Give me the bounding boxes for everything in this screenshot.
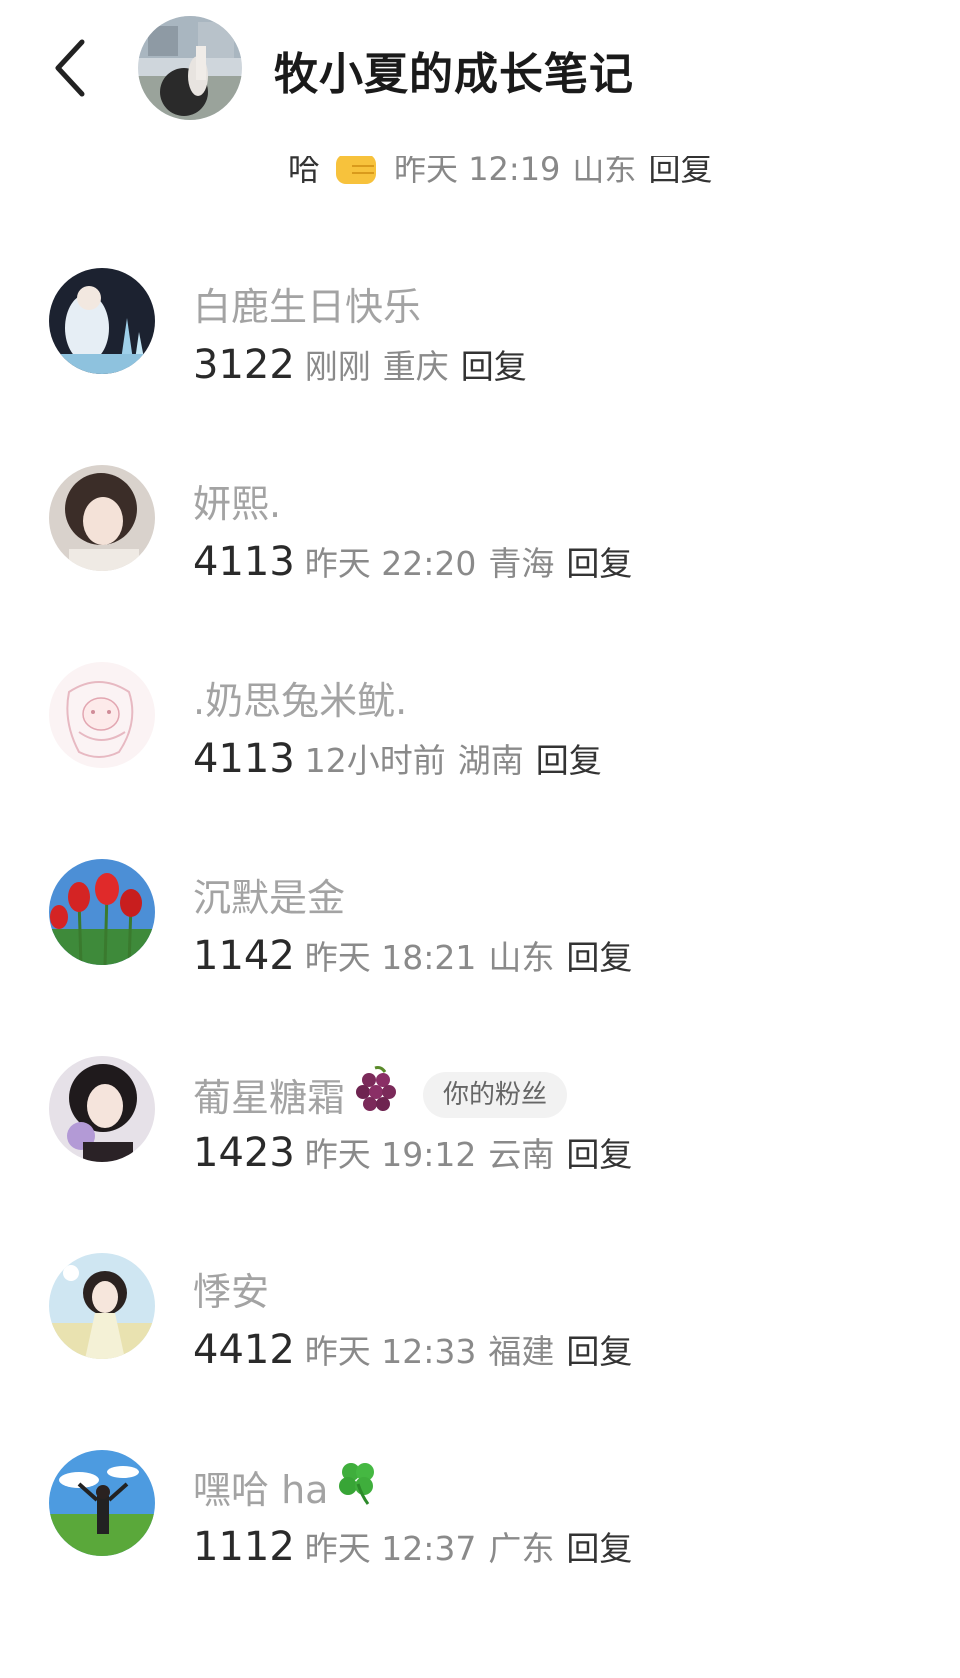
page-title: 牧小夏的成长笔记	[274, 49, 634, 100]
comment-number: 4113	[193, 539, 295, 585]
comment-region: 云南	[488, 1135, 555, 1174]
comment-time: 昨天 19:12	[304, 1135, 477, 1174]
comment-row: .奶思兔米鱿. 4113 12小时前 湖南 回复	[0, 656, 960, 853]
commenter-name[interactable]: 葡星糖霜 你的粉丝	[193, 1064, 568, 1125]
commenter-name[interactable]: .奶思兔米鱿.	[193, 670, 407, 725]
comment-meta: 1142 昨天 18:21 山东 回复	[193, 931, 632, 979]
comment-row: 嘿哈 ha 1112 昨天 12:37 广东 回复	[0, 1444, 960, 1641]
avatar[interactable]	[49, 465, 155, 571]
comment-time: 昨天 18:21	[304, 938, 477, 977]
commenter-name-text: 妍熙.	[193, 482, 282, 526]
commenter-name-text: 嘿哈 ha	[193, 1468, 329, 1512]
comment-number: 4412	[193, 1327, 295, 1373]
comment-row: 悸安 4412 昨天 12:33 福建 回复	[0, 1247, 960, 1444]
comment-region: 重庆	[382, 347, 449, 386]
comment-region: 山东	[488, 938, 555, 977]
reply-button[interactable]: 回复	[536, 734, 602, 782]
commenter-name-text: 葡星糖霜	[193, 1076, 346, 1120]
avatar[interactable]	[49, 859, 155, 965]
comment-row: 沉默是金 1142 昨天 18:21 山东 回复	[0, 853, 960, 1050]
reply-button[interactable]: 回复	[566, 1325, 632, 1373]
commenter-name[interactable]: 沉默是金	[193, 867, 345, 922]
comment-time: 昨天 12:33	[304, 1332, 477, 1371]
commenter-name-text: 悸安	[193, 1270, 270, 1314]
comment-region: 福建	[488, 1332, 555, 1371]
avatar[interactable]	[49, 1056, 155, 1162]
comment-time: 12小时前	[304, 741, 446, 780]
avatar[interactable]	[49, 662, 155, 768]
commenter-name-text: 沉默是金	[193, 876, 346, 920]
comment-time: 昨天 22:20	[304, 544, 477, 583]
comment-number: 1423	[193, 1130, 295, 1176]
commenter-name[interactable]: 白鹿生日快乐	[193, 276, 421, 331]
comment-meta: 1112 昨天 12:37 广东 回复	[193, 1522, 632, 1570]
author-avatar[interactable]	[138, 16, 242, 120]
chevron-left-icon	[55, 39, 85, 97]
commenter-name[interactable]: 悸安	[193, 1261, 269, 1316]
reply-button[interactable]: 回复	[566, 1522, 632, 1570]
comment-time: 刚刚	[304, 347, 371, 386]
comment-region: 湖南	[457, 741, 524, 780]
reply-button[interactable]: 回复	[566, 537, 632, 585]
comment-meta: 4113 12小时前 湖南 回复	[193, 734, 602, 782]
back-button[interactable]	[48, 36, 98, 100]
comment-number: 3122	[193, 342, 295, 388]
comment-time: 昨天 12:37	[304, 1529, 477, 1568]
fan-badge: 你的粉丝	[423, 1071, 568, 1118]
comment-number: 1112	[193, 1524, 295, 1570]
comment-meta: 4113 昨天 22:20 青海 回复	[193, 537, 632, 585]
commenter-name-text: .奶思兔米鱿.	[193, 679, 408, 723]
comment-number: 1142	[193, 933, 295, 979]
comment-meta: 1423 昨天 19:12 云南 回复	[193, 1128, 632, 1176]
avatar[interactable]	[49, 1253, 155, 1359]
comment-region: 广东	[488, 1529, 555, 1568]
comment-meta: 4412 昨天 12:33 福建 回复	[193, 1325, 632, 1373]
reply-button[interactable]: 回复	[566, 931, 632, 979]
reply-button[interactable]: 回复	[461, 340, 527, 388]
scroll-clip	[0, 132, 960, 156]
commenter-name-text: 白鹿生日快乐	[193, 285, 422, 329]
comment-region: 青海	[488, 544, 555, 583]
grape-icon	[351, 1064, 403, 1125]
commenter-name[interactable]: 妍熙.	[193, 473, 281, 528]
reply-button[interactable]: 回复	[566, 1128, 632, 1176]
comment-number: 4113	[193, 736, 295, 782]
comment-meta: 3122 刚刚 重庆 回复	[193, 340, 527, 388]
avatar[interactable]	[49, 268, 155, 374]
comment-row: 妍熙. 4113 昨天 22:20 青海 回复	[0, 459, 960, 656]
top-bar: 牧小夏的成长笔记	[0, 0, 960, 140]
clover-icon	[334, 1458, 382, 1515]
comment-list: 白鹿生日快乐 3122 刚刚 重庆 回复 妍熙. 4113 昨天 22:20 青…	[0, 262, 960, 1641]
commenter-name[interactable]: 嘿哈 ha	[193, 1458, 382, 1515]
comment-row: 白鹿生日快乐 3122 刚刚 重庆 回复	[0, 262, 960, 459]
comment-row: 葡星糖霜 你的粉丝 1423 昨天 19:12 云南 回复	[0, 1050, 960, 1247]
avatar[interactable]	[49, 1450, 155, 1556]
